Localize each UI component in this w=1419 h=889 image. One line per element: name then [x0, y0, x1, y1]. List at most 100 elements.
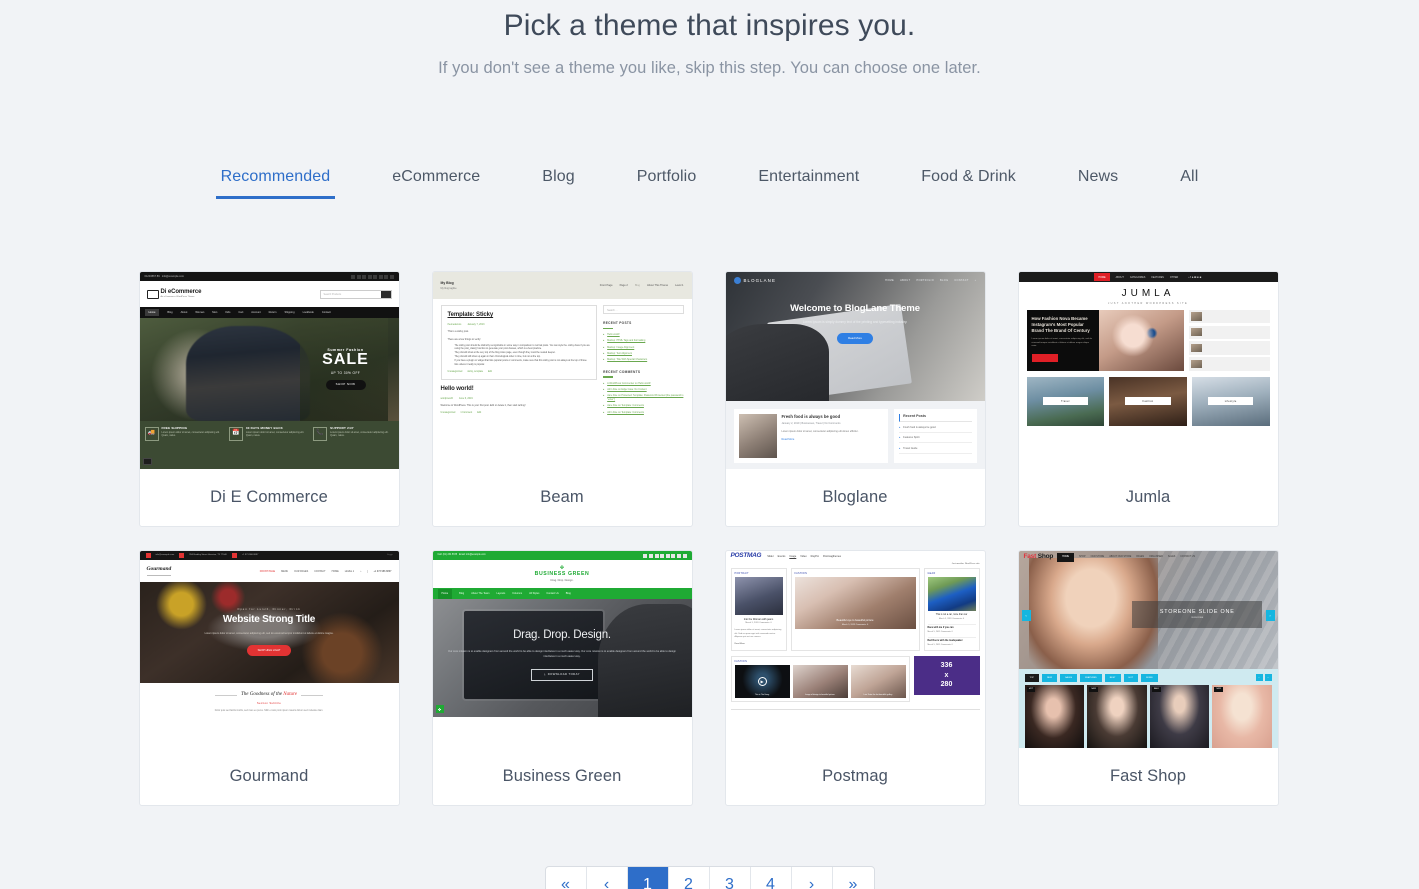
preview-shop-now-button: SHOP NOW: [326, 380, 366, 390]
pin-icon: [179, 553, 184, 558]
logo-icon: [734, 277, 741, 284]
theme-name: Beam: [433, 469, 692, 526]
pagination-next[interactable]: ›: [792, 867, 833, 889]
preview-nav: Fast Shop HOME SHOP OUR STORE ABOUT OUR …: [1019, 551, 1278, 564]
theme-grid: 01234567 89 info@example.com Di eCommerc…: [139, 271, 1281, 806]
theme-name: Gourmand: [140, 748, 399, 805]
theme-card-gourmand[interactable]: info@example.com 956 Bradley Street Hous…: [139, 550, 400, 806]
pagination-prev[interactable]: ‹: [587, 867, 628, 889]
page-header: Pick a theme that inspires you. If you d…: [0, 0, 1419, 78]
carousel-next-icon: ›: [1265, 674, 1272, 681]
preview-search-input: Search …: [603, 305, 683, 314]
preview-ad-slot: 336 x 280: [914, 656, 980, 695]
preview-products: HOT NEW SALE NEW: [1019, 685, 1278, 748]
theme-picker-page: Pick a theme that inspires you. If you d…: [0, 0, 1419, 889]
page-subtitle: If you don't see a theme you like, skip …: [0, 59, 1419, 78]
preview-header: My BlogMy blog tagline Front Page Page 2…: [433, 272, 692, 299]
article-thumbnail: [739, 414, 777, 458]
theme-name: Business Green: [433, 748, 692, 805]
preview-brand: JUMLA JUST ANOTHER WORDPRESS SITE: [1019, 282, 1278, 310]
preview-read-more-button: Read More: [837, 333, 873, 344]
pagination-page-1[interactable]: 1: [628, 867, 669, 889]
phone-icon: 📞: [313, 427, 327, 441]
preview-nav: Home Blog About Woman Men Kids Cart Acco…: [140, 307, 399, 318]
email-icon: [146, 553, 151, 558]
theme-name: Di E Commerce: [140, 469, 399, 526]
preview-slide-caption: STOREONE SLIDE ONE SUBSCRIBE: [1132, 601, 1262, 628]
play-icon: ▶: [758, 677, 767, 686]
preview-features: 🚚FREE SHIPPINGLorem ipsum dolor sit amet…: [140, 421, 399, 469]
car-image: [928, 577, 976, 611]
pagination: « ‹ 1 2 3 4 › »: [0, 866, 1419, 889]
pagination-last[interactable]: »: [833, 867, 874, 889]
preview-portrait-column: PORTRAIT Into the Woman with jeans March…: [731, 568, 787, 651]
theme-name: Postmag: [726, 748, 985, 805]
preview-topbar: 01234567 89 info@example.com: [140, 272, 399, 281]
search-icon: ⌕: [975, 279, 977, 282]
theme-name: Jumla: [1019, 469, 1278, 526]
preview-gear-column: GEAR This is not a car, more than car Ma…: [924, 568, 980, 651]
tab-portfolio[interactable]: Portfolio: [606, 168, 728, 199]
preview-header: POSTMAG Slider Events Image Video RayPro…: [726, 551, 985, 562]
theme-card-jumla[interactable]: HOME ABOUT CATEGORIES FEATURES OTHER ⌕ f…: [1018, 271, 1279, 527]
search-icon: ⌕: [360, 570, 361, 573]
theme-card-bloglane[interactable]: BLOGLANE HOME ABOUT PORTFOLIO BLOG CONTA…: [725, 271, 986, 527]
tab-food-and-drink[interactable]: Food & Drink: [890, 168, 1047, 199]
preview-recent-posts: Recent Posts Fresh food is always be goo…: [894, 409, 976, 463]
phone-icon: [232, 553, 237, 558]
tab-news[interactable]: News: [1047, 168, 1149, 199]
theme-name: Fast Shop: [1019, 748, 1278, 805]
theme-card-fast-shop[interactable]: Fast Shop HOME SHOP OUR STORE ABOUT OUR …: [1018, 550, 1279, 806]
theme-card-postmag[interactable]: POSTMAG Slider Events Image Video RayPro…: [725, 550, 986, 806]
tab-all[interactable]: All: [1149, 168, 1229, 199]
carousel-prev-icon: ‹: [1256, 674, 1263, 681]
slider-prev-icon: ‹: [1022, 610, 1031, 621]
theme-card-business-green[interactable]: Call: (01) 234 5678 Email: info@example.…: [432, 550, 693, 806]
pagination-page-3[interactable]: 3: [710, 867, 751, 889]
theme-preview-di-e-commerce: 01234567 89 info@example.com Di eCommerc…: [140, 272, 399, 469]
tab-recommended[interactable]: Recommended: [190, 168, 362, 199]
theme-preview-business-green: Call: (01) 234 5678 Email: info@example.…: [433, 551, 692, 748]
preview-nav: HOME ABOUT CATEGORIES FEATURES OTHER ⌕ f…: [1019, 272, 1278, 282]
preview-hero: Open for Lunch, Dinner, Drink Website St…: [140, 582, 399, 683]
theme-preview-postmag: POSTMAG Slider Events Image Video RayPro…: [726, 551, 985, 748]
truck-icon: 🚚: [145, 427, 159, 441]
preview-hero: BLOGLANE HOME ABOUT PORTFOLIO BLOG CONTA…: [726, 272, 985, 401]
pagination-first[interactable]: «: [546, 867, 587, 889]
theme-card-beam[interactable]: My BlogMy blog tagline Front Page Page 2…: [432, 271, 693, 527]
preview-read-more-button: [1032, 354, 1058, 362]
preview-nav: BLOGLANE HOME ABOUT PORTFOLIO BLOG CONTA…: [726, 272, 985, 289]
social-icons: [643, 554, 686, 558]
preview-hero: Fast Shop HOME SHOP OUR STORE ABOUT OUR …: [1019, 551, 1278, 669]
feature-image: [1099, 310, 1184, 371]
preview-post-list: Template: Sticky themedemosJanuary 7, 20…: [441, 305, 598, 421]
cart-icon: [147, 290, 159, 299]
tab-entertainment[interactable]: Entertainment: [727, 168, 890, 199]
pagination-page-2[interactable]: 2: [669, 867, 710, 889]
preview-logo-bar: Di eCommerce An eCommerce WordPress Them…: [140, 281, 399, 307]
page-title: Pick a theme that inspires you.: [0, 6, 1419, 45]
preview-side-posts: [1189, 310, 1270, 371]
portrait-image: [735, 577, 783, 615]
preview-nav: Home Blog About The Team Layouts Columns…: [433, 588, 692, 599]
preview-cta-button: SHOP HIGH LIGHT: [247, 645, 291, 656]
theme-preview-bloglane: BLOGLANE HOME ABOUT PORTFOLIO BLOG CONTA…: [726, 272, 985, 469]
tab-blog[interactable]: Blog: [511, 168, 605, 199]
fashion-image: Beautiful eye to beautiful picture March…: [795, 577, 916, 629]
theme-preview-gourmand: info@example.com 956 Bradley Street Hous…: [140, 551, 399, 748]
theme-preview-jumla: HOME ABOUT CATEGORIES FEATURES OTHER ⌕ f…: [1019, 272, 1278, 469]
theme-name: Bloglane: [726, 469, 985, 526]
preview-hero: Summer Fashion SALE UP TO 30% OFF SHOP N…: [140, 318, 399, 421]
pagination-page-4[interactable]: 4: [751, 867, 792, 889]
theme-preview-beam: My BlogMy blog tagline Front Page Page 2…: [433, 272, 692, 469]
tab-ecommerce[interactable]: eCommerce: [361, 168, 511, 199]
preview-hero: Drag. Drop. Design. Our core mission is …: [433, 599, 692, 717]
calendar-icon: 📅: [229, 427, 243, 441]
social-icons: [351, 275, 394, 279]
theme-card-di-e-commerce[interactable]: 01234567 89 info@example.com Di eCommerc…: [139, 271, 400, 527]
leaf-badge-icon: ✤: [436, 705, 444, 713]
theme-category-tabs: Recommended eCommerce Blog Portfolio Ent…: [0, 168, 1419, 199]
preview-search-box: Search Products: [320, 290, 392, 299]
preview-brand: ✤ BUSINESS GREEN Drag. Drop. Design.: [433, 560, 692, 588]
media-badge-icon: [143, 458, 152, 465]
